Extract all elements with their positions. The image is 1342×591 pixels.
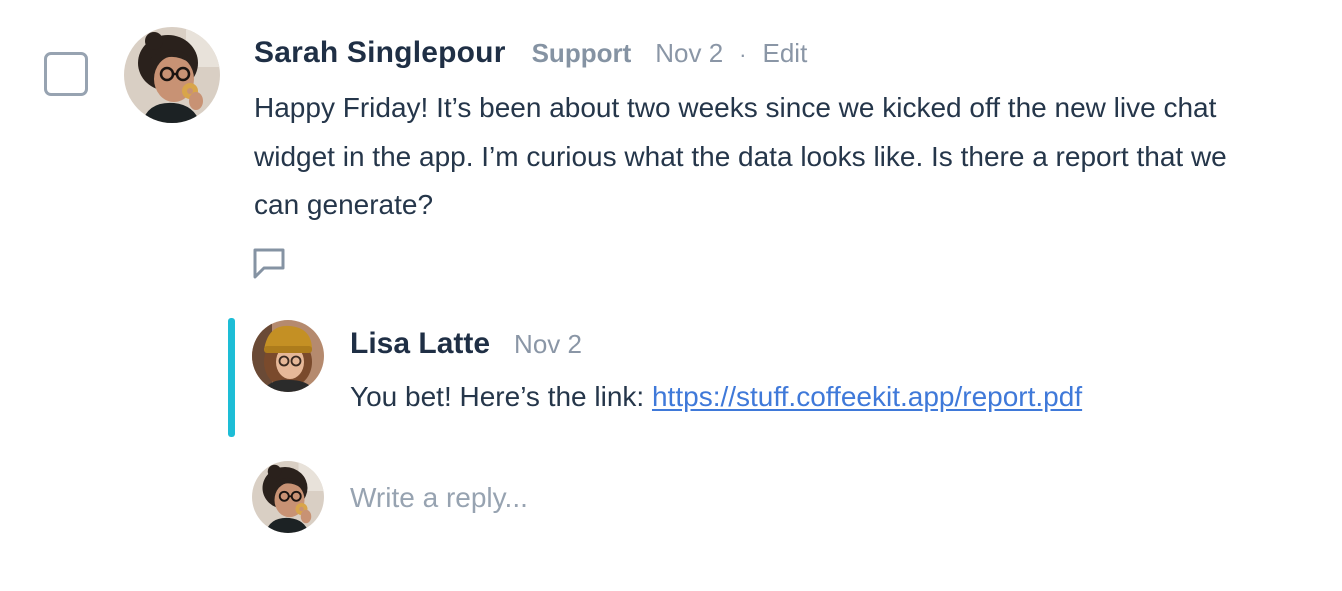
report-link[interactable]: https://stuff.coffeekit.app/report.pdf [652,381,1082,412]
reply-author-name[interactable]: Lisa Latte [350,327,490,361]
thread-indicator-bar [228,318,235,437]
reply-date: Nov 2 [514,329,582,359]
author-role-badge: Support [531,38,632,68]
current-user-avatar [252,461,324,533]
post-header: Sarah Singlepour Support Nov 2 · Edit [254,36,807,76]
comment-icon[interactable] [252,246,286,280]
reply-message: You bet! Here’s the link: https://stuff.… [350,377,1082,417]
reply-header: Lisa Latte Nov 2 [350,327,582,361]
author-avatar [124,27,220,123]
post-author-name[interactable]: Sarah Singlepour [254,36,506,70]
header-separator: · [739,42,747,67]
edit-link[interactable]: Edit [763,38,808,69]
select-checkbox[interactable] [44,52,88,96]
reply-author-avatar [252,320,324,392]
post-message: Happy Friday! It’s been about two weeks … [254,92,1227,220]
reply-input[interactable] [350,474,1250,522]
post-date: Nov 2 [655,38,724,68]
reply-text: You bet! Here’s the link: [350,381,652,412]
